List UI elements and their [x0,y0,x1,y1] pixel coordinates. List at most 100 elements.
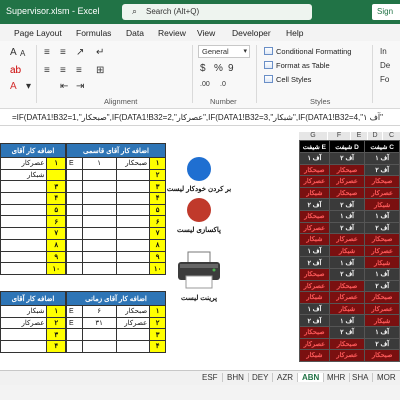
shift-cell[interactable]: شبکار [299,349,330,362]
conditional-formatting-button[interactable]: Conditional Formatting [264,47,351,56]
shift-cell[interactable]: صبحکار [328,337,366,351]
employee-cell[interactable] [66,238,83,252]
currency-icon[interactable]: $ [200,63,206,74]
printer-icon[interactable] [176,250,222,290]
align-center-icon[interactable]: ≡ [60,65,66,76]
font-size-grow-icon[interactable]: A [10,47,17,58]
shift-cell[interactable]: شبکار [299,291,330,304]
shift-label-cell[interactable]: صبحکار [115,305,151,318]
shift-cell[interactable]: شبکار [299,233,330,246]
number-cell[interactable]: ۱ [149,157,166,170]
indent-decrease-icon[interactable]: ⇤ [60,81,68,92]
count-cell[interactable] [81,180,117,194]
shift-cell[interactable]: عصرکار [299,221,330,235]
shift-label-cell[interactable] [0,180,48,194]
shift-label-cell[interactable]: عصرکار [0,157,48,170]
count-cell[interactable] [81,340,117,353]
sheet-tab-esf[interactable]: ESF [198,373,223,382]
shift-label-cell[interactable] [0,215,48,229]
shift-cell[interactable]: آف ۲ [364,221,400,235]
shift-cell[interactable]: آف ۲ [328,152,366,165]
shift-cell[interactable]: عصرکار [328,175,366,188]
decrease-decimal-icon[interactable]: .0 [220,81,226,88]
wrap-text-icon[interactable]: ↵ [96,47,104,58]
number-cell[interactable]: ۱۰ [46,262,66,275]
shift-label-cell[interactable] [0,250,48,264]
shift-cell[interactable]: صبحکار [299,163,330,177]
shift-cell[interactable]: صبحکار [299,267,330,281]
shift-cell[interactable]: صبحکار [328,163,366,177]
number-cell[interactable]: ۲ [149,316,166,330]
number-cell[interactable]: ۳ [46,180,66,194]
number-cell[interactable]: ۶ [46,215,66,229]
number-cell[interactable]: ۷ [46,227,66,240]
shift-cell[interactable]: عصرکار [299,175,330,188]
shift-label-cell[interactable] [115,238,151,252]
shift-cell[interactable]: آف ۱ [364,152,400,165]
shift-label-cell[interactable] [0,203,48,217]
employee-cell[interactable] [66,215,83,229]
shift-cell[interactable]: آف ۱ [364,267,400,281]
shift-label-cell[interactable] [115,168,151,182]
shift-cell[interactable]: عصرکار [364,186,400,200]
number-cell[interactable]: ۳ [149,328,166,342]
employee-cell[interactable] [66,250,83,264]
count-cell[interactable] [81,328,117,342]
shift-label-cell[interactable] [0,328,48,342]
employee-cell[interactable]: E [66,316,83,330]
shift-label-cell[interactable] [115,215,151,229]
count-cell[interactable]: ۳۱ [81,316,117,330]
number-cell[interactable]: ۱۰ [149,262,166,275]
shift-cell[interactable]: آف ۲ [299,314,330,327]
shift-label-cell[interactable]: شبکار [0,168,48,182]
shift-label-cell[interactable] [115,328,151,342]
shift-cell[interactable]: شبکار [299,186,330,200]
shift-label-cell[interactable] [0,340,48,353]
employee-cell[interactable] [66,227,83,240]
shift-cell[interactable]: صبحکار [364,291,400,304]
tab-page-layout[interactable]: Page Layout [14,28,62,38]
employee-cell[interactable] [66,192,83,205]
employee-cell[interactable] [66,203,83,217]
number-cell[interactable]: ۵ [46,203,66,217]
number-cell[interactable]: ۸ [149,238,166,252]
shift-cell[interactable]: آف ۱ [328,314,366,327]
number-cell[interactable]: ۹ [46,250,66,264]
shift-label-cell[interactable] [0,227,48,240]
comma-style-icon[interactable]: 9 [228,63,234,74]
employee-cell[interactable]: E [66,305,83,318]
employee-cell[interactable] [66,262,83,275]
shift-label-cell[interactable]: شبکار [0,305,48,318]
shift-label-cell[interactable] [115,192,151,205]
number-cell[interactable]: ۳ [46,328,66,342]
tab-developer[interactable]: Developer [232,28,271,38]
tab-view[interactable]: View [197,28,215,38]
fill-color-icon[interactable]: ▾ [26,81,31,92]
tab-help[interactable]: Help [286,28,303,38]
percent-icon[interactable]: % [214,63,223,74]
merge-icon[interactable]: ⊞ [96,65,104,76]
number-cell[interactable]: ۱ [149,305,166,318]
tab-review[interactable]: Review [158,28,186,38]
shift-cell[interactable]: آف ۱ [328,209,366,223]
shift-cell[interactable]: عصرکار [299,337,330,351]
shift-cell[interactable]: شبکار [328,302,366,316]
shift-cell[interactable]: عصرکار [328,291,366,304]
count-cell[interactable] [81,250,117,264]
shift-cell[interactable]: آف ۲ [328,267,366,281]
search-box[interactable]: ⌕ Search (Alt+Q) [122,4,312,20]
number-cell[interactable]: ۴ [149,192,166,205]
number-cell[interactable]: ۱ [46,157,66,170]
sheet-tab-abn[interactable]: ABN [298,373,325,382]
number-cell[interactable]: ۹ [149,250,166,264]
shift-label-cell[interactable] [115,203,151,217]
auto-fill-button[interactable] [187,157,211,181]
shift-cell[interactable]: صبحکار [364,233,400,246]
shift-label-cell[interactable] [0,262,48,275]
tab-formulas[interactable]: Formulas [76,28,111,38]
shift-cell[interactable]: آف ۲ [299,256,330,269]
shift-cell[interactable]: آف ۲ [328,198,366,211]
shift-cell[interactable]: شبکار [364,198,400,211]
number-cell[interactable]: ۴ [149,340,166,353]
count-cell[interactable] [81,238,117,252]
